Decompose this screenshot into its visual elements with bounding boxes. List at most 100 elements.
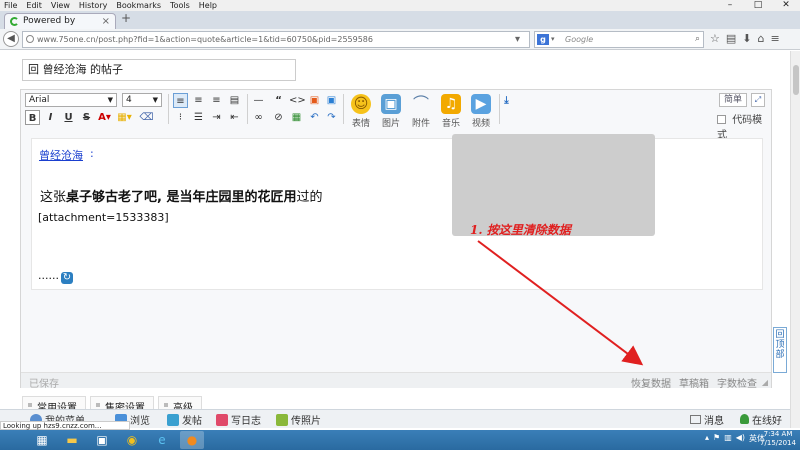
search-icon[interactable]: ⌕ [695,32,700,47]
volume-icon[interactable]: ◀) [736,433,745,444]
search-input[interactable]: g ▾ Google ⌕ [534,31,704,48]
menu-history[interactable]: History [75,0,112,11]
back-to-top-button[interactable]: 回顶部 [773,327,787,373]
post-button[interactable]: 发帖 [167,412,202,427]
ordered-list-button[interactable]: ⁝ [173,110,188,125]
drafts-button[interactable]: 草稿箱 [679,375,709,390]
loading-spinner-icon [10,17,19,26]
strikethrough-button[interactable]: S [79,110,94,125]
outdent-button[interactable]: ⇤ [227,110,242,125]
chevron-down-icon[interactable]: ▾ [551,32,555,47]
maximize-button[interactable]: □ [744,0,772,11]
vertical-scrollbar[interactable] [790,51,800,428]
home-icon[interactable]: ⌂ [758,32,765,45]
image-icon: ▣ [381,94,401,114]
system-clock[interactable]: 7:34 AM 7/15/2014 [758,430,798,448]
menu-tools[interactable]: Tools [166,0,195,11]
download-icon[interactable]: ⬇ [742,32,751,45]
menu-view[interactable]: View [47,0,75,11]
file-explorer-icon[interactable]: ▬ [60,431,84,449]
globe-icon [26,35,34,43]
firefox-icon[interactable]: ● [180,431,204,449]
align-center-button[interactable]: ≡ [191,93,206,108]
line1-prefix: 这张 [40,190,67,205]
back-button[interactable]: ◀ [3,31,19,47]
font-size-select[interactable]: 4 ▼ [122,93,162,107]
bookmark-star-icon[interactable]: ☆ [710,32,720,45]
italic-button[interactable]: I [43,110,58,125]
smiley-icon: ☺ [351,94,371,114]
word-count-button[interactable]: 字数检查 [717,375,757,390]
tab-strip: Powered by phpwind × + [0,11,800,41]
align-left-button[interactable]: ≡ [173,93,188,108]
post-title-input[interactable]: 回 曾经沧海 的帖子 [22,59,296,81]
upload-photo-button[interactable]: 传照片 [276,412,321,427]
link-button[interactable]: ∞ [251,110,266,125]
code-mode-checkbox[interactable] [717,115,726,124]
code-button[interactable]: <> [289,93,306,108]
dropdown-icon[interactable]: ▾ [515,32,520,47]
flash-icon[interactable]: ▣ [324,93,339,108]
menu-bookmarks[interactable]: Bookmarks [112,0,166,11]
attachment-button[interactable]: ⌒ 附件 [407,94,435,129]
simple-mode-button[interactable]: 简单 [719,93,747,107]
network-icon[interactable]: ▥ [724,433,732,444]
google-icon[interactable]: g [537,34,549,45]
font-family-select[interactable]: Arial ▼ [25,93,117,107]
music-button[interactable]: ♫ 音乐 [437,94,465,129]
font-color-button[interactable]: A▾ [97,110,112,125]
start-button[interactable]: ▦ [30,431,54,449]
video-button[interactable]: ▶ 视频 [467,94,495,129]
table-button[interactable]: ▦ [289,110,304,125]
highlight-button[interactable]: ▦▾ [117,110,132,125]
flag-icon[interactable]: ⚑ [713,433,720,444]
menu-file[interactable]: File [0,0,22,11]
unordered-list-button[interactable]: ☰ [191,110,206,125]
control-panel-icon[interactable]: ▣ [90,431,114,449]
menu-help[interactable]: Help [195,0,222,11]
indent-button[interactable]: ⇥ [209,110,224,125]
scrollbar-thumb[interactable] [793,65,799,95]
download-icon[interactable]: ⤓ [499,93,514,108]
minimize-button[interactable]: – [716,0,744,11]
code-mode-toggle[interactable]: 代码模式 [717,111,771,141]
bold-button[interactable]: B [25,110,40,125]
user-icon [740,414,749,424]
photo-label: 传照片 [291,416,321,427]
new-tab-button[interactable]: + [121,11,131,25]
restore-data-button[interactable]: 恢复数据 [631,375,671,390]
unlink-button[interactable]: ⊘ [271,110,286,125]
image-button[interactable]: ▣ 图片 [377,94,405,129]
quote-author-link[interactable]: 曾经沧海 [39,147,83,163]
music-icon: ♫ [441,94,461,114]
eraser-icon[interactable]: ⌫ [139,110,154,125]
redo-button[interactable]: ↷ [324,110,339,125]
resize-grip-icon[interactable]: ◢ [762,378,768,387]
messages-button[interactable]: 消息 [690,412,724,427]
clock-date: 7/15/2014 [760,439,796,447]
diary-button[interactable]: 写日志 [216,412,261,427]
browser-tab[interactable]: Powered by phpwind × [4,13,116,41]
close-tab-icon[interactable]: × [102,14,110,29]
emoticon-button[interactable]: ☺ 表情 [347,94,375,129]
quote-colon: : [90,147,94,160]
menu-edit[interactable]: Edit [22,0,47,11]
quote-button[interactable]: “ [271,93,286,108]
internet-explorer-icon[interactable]: e [150,431,174,449]
undo-button[interactable]: ↶ [307,110,322,125]
menu-icon[interactable]: ≡ [770,32,779,45]
align-justify-button[interactable]: ▤ [227,93,242,108]
chrome-icon[interactable]: ◉ [120,431,144,449]
fullscreen-icon[interactable]: ⤢ [751,93,765,107]
url-bar[interactable]: www.75one.cn/post.php?fid=1&action=quote… [22,31,530,48]
clipboard-icon[interactable]: ▤ [726,32,736,45]
envelope-icon [690,415,701,424]
sell-icon[interactable]: ▣ [307,93,322,108]
close-window-button[interactable]: ✕ [772,0,800,11]
browser-status-bar: Looking up hzs9.cnzz.com... [0,421,130,430]
attachment-label: 附件 [411,119,430,129]
underline-button[interactable]: U [61,110,76,125]
horizontal-rule-button[interactable]: — [251,93,266,108]
align-right-button[interactable]: ≡ [209,93,224,108]
tray-arrow-icon[interactable]: ▴ [705,433,709,444]
